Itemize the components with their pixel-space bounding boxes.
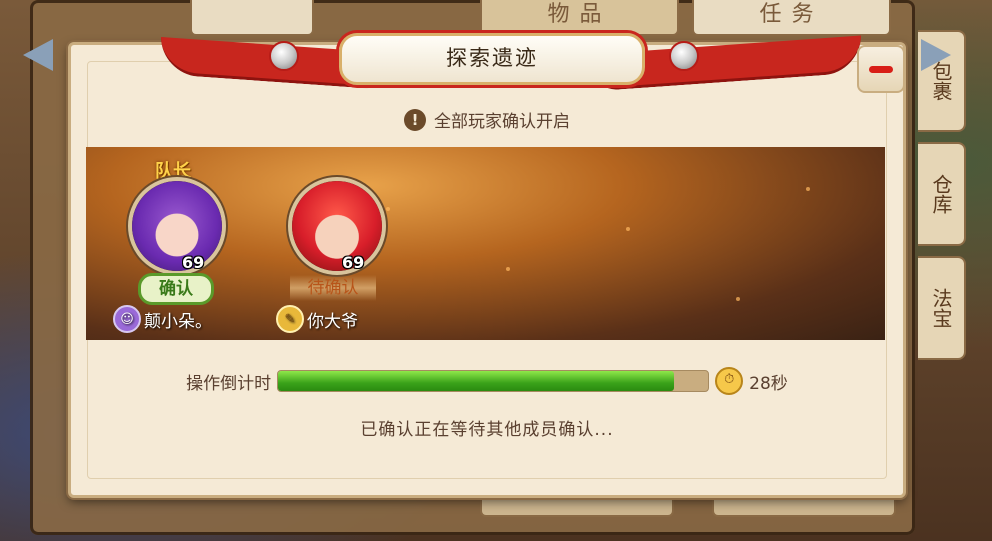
spear-left-icon (23, 39, 53, 71)
player-name-row: ✎ 你大爷 (276, 305, 358, 333)
player-name-row: ☺ 颠小朵。 (113, 305, 212, 333)
red-hair-boy-avatar (292, 181, 382, 271)
spear-right-icon (921, 39, 951, 71)
player-name: 你大爷 (307, 311, 358, 332)
player-name: 颠小朵。 (144, 311, 212, 332)
notice: ! 全部玩家确认开启 (71, 107, 903, 132)
minus-icon (869, 65, 893, 73)
exclamation-icon: ! (404, 108, 426, 131)
status-badge-pending: 待确认 (290, 275, 376, 301)
ember (506, 267, 510, 271)
countdown-progress-bar (277, 370, 710, 392)
notice-text: 全部玩家确认开启 (434, 112, 570, 132)
ember (806, 187, 810, 191)
avatar (128, 177, 226, 275)
countdown-row: 操作倒计时 ⏱ 28秒 (71, 367, 903, 395)
countdown-remaining: 28秒 (749, 373, 788, 394)
smiley-face-icon: ☺ (113, 305, 141, 333)
explore-ruins-dialog: 探索遗迹 ! 全部玩家确认开启 队长 69 确认 ☺ 颠小朵。 69 待确认 ✎… (23, 33, 951, 498)
tab-tasks[interactable]: 任务 (692, 0, 891, 36)
status-badge-confirmed: 确认 (138, 273, 214, 305)
party-stage: 队长 69 确认 ☺ 颠小朵。 69 待确认 ✎ 你大爷 (86, 147, 885, 340)
waiting-message: 已确认正在等待其他成员确认... (360, 420, 614, 440)
side-tab-warehouse[interactable]: 仓库 (918, 142, 966, 246)
bg-tab-blank (190, 0, 314, 36)
purple-hair-girl-avatar (132, 181, 222, 271)
countdown-progress-fill (278, 371, 674, 391)
bell-icon (269, 41, 299, 71)
party-member[interactable]: 69 待确认 ✎ 你大爷 (268, 147, 398, 340)
bell-icon (669, 41, 699, 71)
dialog-title: 探索遗迹 (339, 33, 645, 85)
side-tab-treasure[interactable]: 法宝 (918, 256, 966, 360)
countdown-label: 操作倒计时 (186, 373, 272, 394)
level-label: 69 (342, 253, 365, 272)
tab-items[interactable]: 物品 (480, 0, 679, 36)
ember (626, 227, 630, 231)
ember (736, 297, 740, 301)
party-member[interactable]: 队长 69 确认 ☺ 颠小朵。 (108, 147, 238, 340)
level-label: 69 (182, 253, 205, 272)
stopwatch-icon: ⏱ (715, 367, 744, 395)
avatar (288, 177, 386, 275)
close-button[interactable] (857, 45, 905, 93)
gold-emblem-icon: ✎ (276, 305, 304, 333)
